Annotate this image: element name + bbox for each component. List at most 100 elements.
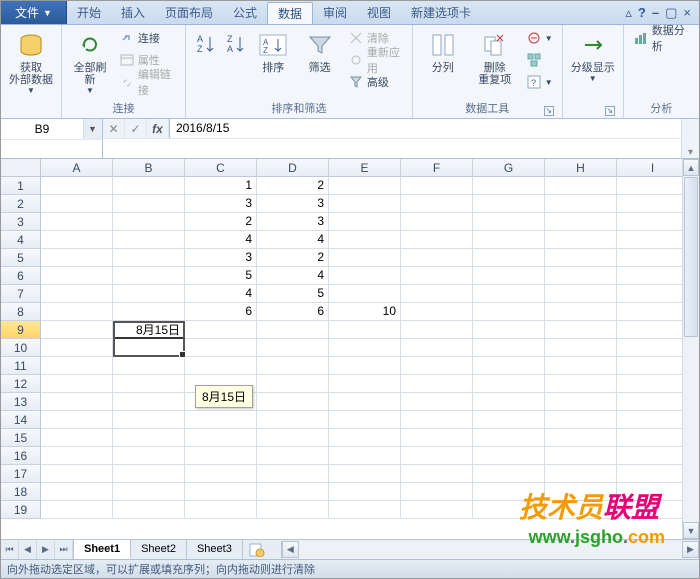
cell-F2[interactable] bbox=[401, 195, 473, 213]
cell-A18[interactable] bbox=[41, 483, 113, 501]
cell-B19[interactable] bbox=[113, 501, 185, 519]
cell-D18[interactable] bbox=[257, 483, 329, 501]
cell-E18[interactable] bbox=[329, 483, 401, 501]
row-header[interactable]: 12 bbox=[1, 375, 41, 393]
cell-D12[interactable] bbox=[257, 375, 329, 393]
cell-G2[interactable] bbox=[473, 195, 545, 213]
col-header[interactable]: F bbox=[401, 159, 473, 177]
edit-links-button[interactable]: 编辑链接 bbox=[116, 71, 179, 93]
sheet-last-button[interactable]: ⏭ bbox=[55, 540, 73, 559]
cell-H5[interactable] bbox=[545, 249, 617, 267]
cell-H7[interactable] bbox=[545, 285, 617, 303]
cell-B15[interactable] bbox=[113, 429, 185, 447]
tab-newtab[interactable]: 新建选项卡 bbox=[401, 1, 481, 24]
cell-B1[interactable] bbox=[113, 177, 185, 195]
cell-F1[interactable] bbox=[401, 177, 473, 195]
cell-H19[interactable] bbox=[545, 501, 617, 519]
cell-B10[interactable] bbox=[113, 339, 185, 357]
cell-D3[interactable]: 3 bbox=[257, 213, 329, 231]
cell-H10[interactable] bbox=[545, 339, 617, 357]
cell-C10[interactable] bbox=[185, 339, 257, 357]
cell-D16[interactable] bbox=[257, 447, 329, 465]
cell-E19[interactable] bbox=[329, 501, 401, 519]
row-header[interactable]: 10 bbox=[1, 339, 41, 357]
cell-H11[interactable] bbox=[545, 357, 617, 375]
cell-H16[interactable] bbox=[545, 447, 617, 465]
tab-formula[interactable]: 公式 bbox=[223, 1, 267, 24]
cell-I18[interactable] bbox=[617, 483, 689, 501]
cell-H13[interactable] bbox=[545, 393, 617, 411]
cell-F17[interactable] bbox=[401, 465, 473, 483]
cell-I5[interactable] bbox=[617, 249, 689, 267]
row-header[interactable]: 7 bbox=[1, 285, 41, 303]
refresh-all-button[interactable]: 全部刷新 ▼ bbox=[68, 27, 112, 95]
cell-F14[interactable] bbox=[401, 411, 473, 429]
get-external-data-button[interactable]: 获取 外部数据 ▼ bbox=[7, 27, 55, 95]
cell-D10[interactable] bbox=[257, 339, 329, 357]
cell-E11[interactable] bbox=[329, 357, 401, 375]
cell-H6[interactable] bbox=[545, 267, 617, 285]
cell-A7[interactable] bbox=[41, 285, 113, 303]
cell-H14[interactable] bbox=[545, 411, 617, 429]
cell-D19[interactable] bbox=[257, 501, 329, 519]
row-header[interactable]: 14 bbox=[1, 411, 41, 429]
cell-F3[interactable] bbox=[401, 213, 473, 231]
consolidate-button[interactable] bbox=[523, 49, 556, 71]
cell-I17[interactable] bbox=[617, 465, 689, 483]
col-header[interactable]: I bbox=[617, 159, 689, 177]
cell-I9[interactable] bbox=[617, 321, 689, 339]
cell-A8[interactable] bbox=[41, 303, 113, 321]
cell-A3[interactable] bbox=[41, 213, 113, 231]
cancel-formula-button[interactable]: ✕ bbox=[103, 119, 125, 138]
col-header[interactable]: D bbox=[257, 159, 329, 177]
tab-data[interactable]: 数据 bbox=[267, 2, 313, 24]
cell-A11[interactable] bbox=[41, 357, 113, 375]
cell-I2[interactable] bbox=[617, 195, 689, 213]
sheet-tab[interactable]: Sheet2 bbox=[131, 540, 187, 559]
horizontal-scrollbar[interactable]: ◀ ▶ bbox=[281, 541, 699, 559]
cell-B12[interactable] bbox=[113, 375, 185, 393]
cell-H12[interactable] bbox=[545, 375, 617, 393]
cell-E10[interactable] bbox=[329, 339, 401, 357]
cell-A10[interactable] bbox=[41, 339, 113, 357]
accept-formula-button[interactable]: ✓ bbox=[125, 119, 147, 138]
col-header[interactable]: A bbox=[41, 159, 113, 177]
cell-C3[interactable]: 2 bbox=[185, 213, 257, 231]
sheet-next-button[interactable]: ▶ bbox=[37, 540, 55, 559]
row-header[interactable]: 2 bbox=[1, 195, 41, 213]
vertical-scrollbar[interactable]: ▲ ▼ bbox=[682, 159, 699, 539]
row-header[interactable]: 8 bbox=[1, 303, 41, 321]
cell-B3[interactable] bbox=[113, 213, 185, 231]
cell-E6[interactable] bbox=[329, 267, 401, 285]
dialog-launcher-icon[interactable]: ↘ bbox=[605, 106, 615, 116]
cell-C4[interactable]: 4 bbox=[185, 231, 257, 249]
row-header[interactable]: 6 bbox=[1, 267, 41, 285]
new-sheet-button[interactable] bbox=[243, 543, 271, 557]
cell-E2[interactable] bbox=[329, 195, 401, 213]
cell-A15[interactable] bbox=[41, 429, 113, 447]
name-box-dropdown[interactable]: ▼ bbox=[83, 119, 101, 139]
row-header[interactable]: 5 bbox=[1, 249, 41, 267]
scroll-down-button[interactable]: ▼ bbox=[683, 522, 699, 539]
cell-G4[interactable] bbox=[473, 231, 545, 249]
cell-F13[interactable] bbox=[401, 393, 473, 411]
col-header[interactable]: E bbox=[329, 159, 401, 177]
cell-C19[interactable] bbox=[185, 501, 257, 519]
row-header[interactable]: 4 bbox=[1, 231, 41, 249]
cell-F5[interactable] bbox=[401, 249, 473, 267]
cell-I19[interactable] bbox=[617, 501, 689, 519]
cell-G5[interactable] bbox=[473, 249, 545, 267]
cell-E9[interactable] bbox=[329, 321, 401, 339]
cell-I8[interactable] bbox=[617, 303, 689, 321]
cell-B11[interactable] bbox=[113, 357, 185, 375]
cell-C17[interactable] bbox=[185, 465, 257, 483]
sort-button[interactable]: AZ 排序 bbox=[252, 27, 294, 74]
row-header[interactable]: 9 bbox=[1, 321, 41, 339]
cell-G7[interactable] bbox=[473, 285, 545, 303]
cell-A5[interactable] bbox=[41, 249, 113, 267]
cell-B7[interactable] bbox=[113, 285, 185, 303]
row-header[interactable]: 16 bbox=[1, 447, 41, 465]
cell-I14[interactable] bbox=[617, 411, 689, 429]
cell-B6[interactable] bbox=[113, 267, 185, 285]
cell-D11[interactable] bbox=[257, 357, 329, 375]
